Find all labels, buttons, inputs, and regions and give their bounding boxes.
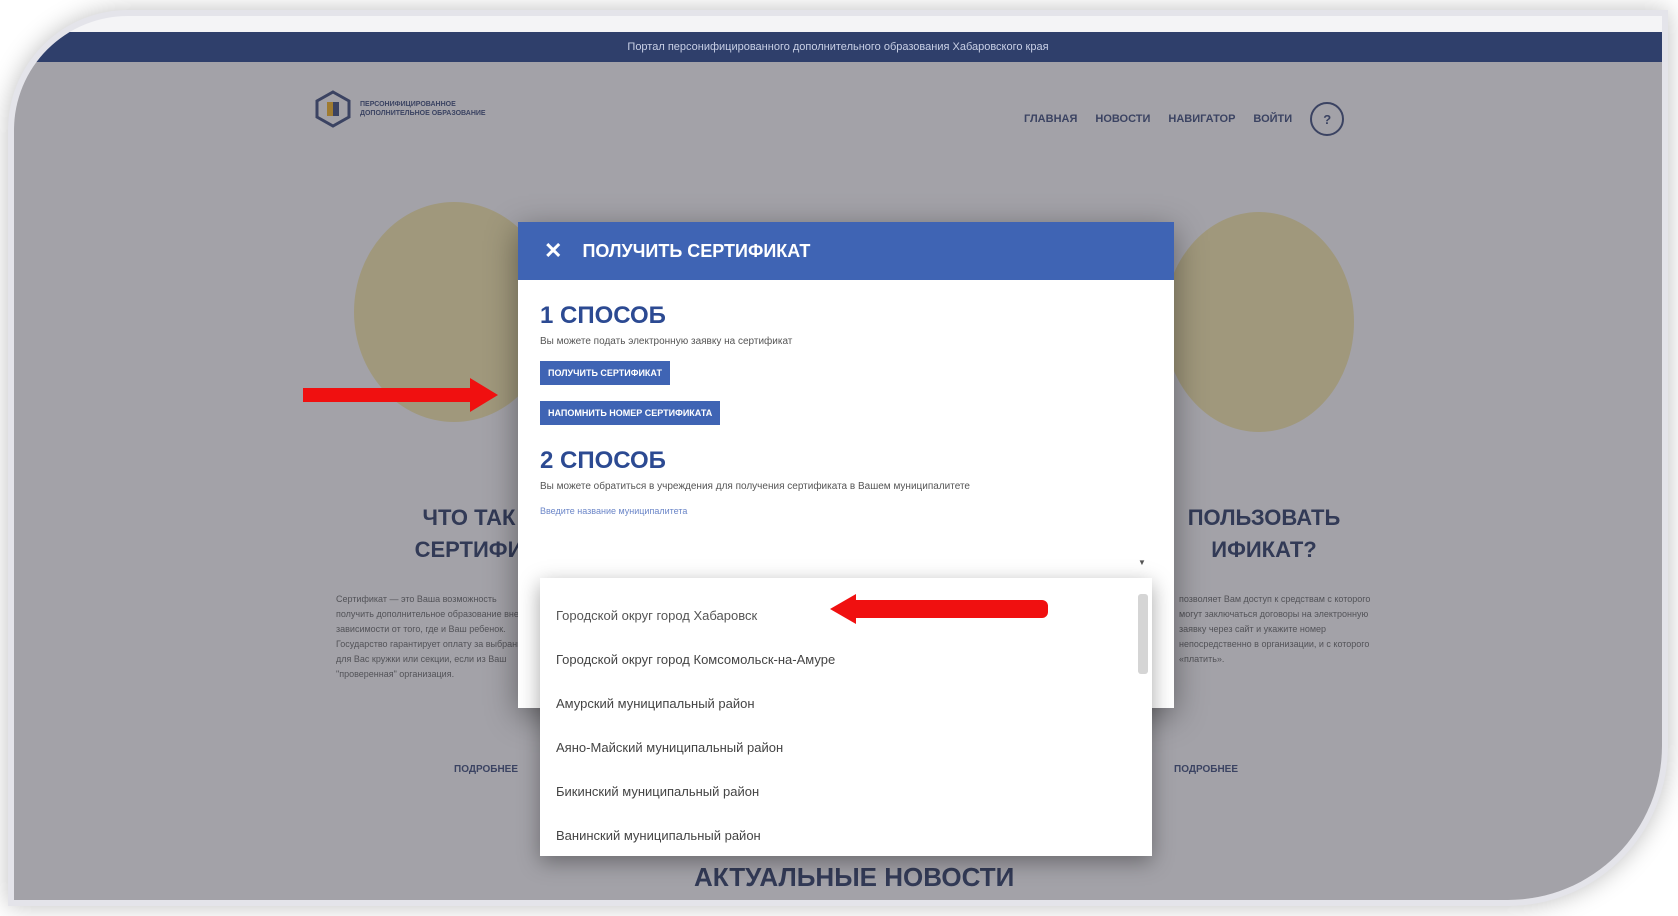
way1-title: 1 СПОСОБ bbox=[540, 302, 666, 329]
scrollbar-thumb[interactable] bbox=[1138, 594, 1148, 674]
portal-banner: Портал персонифицированного дополнительн… bbox=[14, 32, 1662, 62]
way2-title: 2 СПОСОБ bbox=[540, 447, 666, 474]
way2-description: Вы можете обратиться в учреждения для по… bbox=[540, 481, 970, 492]
close-icon[interactable]: ✕ bbox=[544, 238, 562, 264]
dropdown-option[interactable]: Ванинский муниципальный район bbox=[540, 814, 1152, 856]
dropdown-option[interactable]: Городской округ город Комсомольск-на-Аму… bbox=[540, 638, 1152, 682]
arrow-head-right-icon bbox=[470, 378, 498, 412]
dropdown-option[interactable]: Бикинский муниципальный район bbox=[540, 770, 1152, 814]
dropdown-option[interactable]: Амурский муниципальный район bbox=[540, 682, 1152, 726]
modal-title: ПОЛУЧИТЬ СЕРТИФИКАТ bbox=[582, 240, 811, 261]
arrow-head-left-icon bbox=[830, 594, 856, 624]
annotation-arrow-right bbox=[303, 388, 479, 402]
dropdown-scrollbar[interactable] bbox=[1138, 588, 1148, 846]
get-certificate-button[interactable]: ПОЛУЧИТЬ СЕРТИФИКАТ bbox=[540, 361, 670, 385]
modal-body: 1 СПОСОБ Вы можете подать электронную за… bbox=[518, 280, 1174, 538]
way1-description: Вы можете подать электронную заявку на с… bbox=[540, 336, 793, 347]
annotation-arrow-left bbox=[848, 600, 1048, 618]
municipality-select-label: Введите название муниципалитета bbox=[540, 506, 688, 516]
remind-number-button[interactable]: НАПОМНИТЬ НОМЕР СЕРТИФИКАТА bbox=[540, 401, 721, 425]
dropdown-option[interactable]: Аяно-Майский муниципальный район bbox=[540, 726, 1152, 770]
modal-header: ✕ ПОЛУЧИТЬ СЕРТИФИКАТ bbox=[518, 222, 1174, 280]
chevron-down-icon[interactable]: ▼ bbox=[1138, 558, 1146, 567]
